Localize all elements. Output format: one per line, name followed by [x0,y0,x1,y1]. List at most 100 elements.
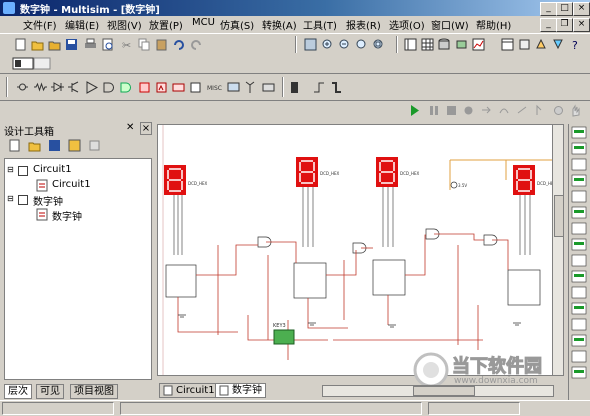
breakpoint-icon[interactable] [462,104,475,117]
database-icon[interactable] [438,38,451,51]
menu-window[interactable]: 窗口(W) [431,17,469,32]
counter-ic[interactable] [372,259,406,296]
paste-icon[interactable] [155,38,168,51]
counter-ic[interactable] [293,262,327,299]
seven-segment-display[interactable] [164,165,186,255]
menu-simulate[interactable]: 仿真(S) [220,17,254,32]
step-over-icon[interactable] [498,104,511,117]
collapse-toggle[interactable]: ⊟ [7,194,14,203]
toolbox-icon[interactable] [404,38,417,51]
menu-mcu[interactable]: MCU [192,17,215,28]
power-source[interactable] [450,181,458,189]
menu-place[interactable]: 放置(P) [149,17,183,32]
logic-analyzer-icon[interactable] [571,254,587,267]
schematic-canvas[interactable]: KEY3 3.5V DCD_HEX DCD_HEX DCD_HEX DCD_HE… [157,124,564,376]
print-preview-icon[interactable] [101,38,114,51]
tree-node-circuit1[interactable]: Circuit1 [33,164,72,175]
zoom-out-icon[interactable] [338,38,351,51]
scrollbar-thumb[interactable] [554,195,563,237]
menu-reports[interactable]: 报表(R) [346,17,381,32]
circuit1-checkbox[interactable] [18,166,28,176]
hierarchical-block-icon[interactable] [312,81,325,94]
doc-restore-button[interactable]: ❐ [556,18,573,32]
tab-digital-clock[interactable]: 数字钟 [215,383,266,398]
tab-project-view[interactable]: 项目视图 [70,384,118,399]
step-out-icon[interactable] [516,104,529,117]
new-design-icon[interactable] [8,139,21,152]
close-panel-icon[interactable]: × [140,122,152,135]
show-grid-toggle-icon[interactable] [12,57,52,70]
wattmeter-icon[interactable] [571,158,587,171]
run-simulation-icon[interactable] [408,104,421,117]
rename-icon[interactable] [88,139,101,152]
run-to-cursor-icon[interactable] [535,104,548,117]
tab-visibility[interactable]: 可见 [36,384,64,399]
new-icon[interactable] [14,38,27,51]
save-icon[interactable] [65,38,78,51]
zoom-area-icon[interactable] [355,38,368,51]
misc-digital-icon[interactable] [138,81,151,94]
save-design-icon[interactable] [48,139,61,152]
electromechanical-icon[interactable] [262,81,275,94]
analog-icon[interactable] [85,81,98,94]
counter-ic[interactable] [507,269,541,306]
redo-icon[interactable] [190,38,203,51]
seven-segment-display[interactable] [513,165,535,255]
rf-icon[interactable] [244,81,257,94]
bus-icon[interactable] [330,81,343,94]
misc-icon[interactable]: MISC [207,81,225,94]
zoom-in-icon[interactable] [321,38,334,51]
seven-segment-display[interactable] [376,157,398,247]
menu-help[interactable]: 帮助(H) [476,17,511,32]
pause-simulation-icon[interactable] [427,104,440,117]
maximize-button[interactable]: □ [556,2,573,16]
doc-minimize-button[interactable]: _ [540,18,557,32]
cut-icon[interactable]: ✂ [121,38,134,51]
postprocessor-icon[interactable] [501,38,514,51]
collapse-toggle[interactable]: ⊟ [7,165,14,174]
print-icon[interactable] [84,38,97,51]
open-sample-icon[interactable] [48,38,61,51]
key-switch[interactable] [273,329,295,345]
undo-icon[interactable] [172,38,185,51]
back-annotate-icon[interactable] [535,38,548,51]
component-wizard-icon[interactable] [455,38,468,51]
help-icon[interactable]: ? [570,38,583,51]
frequency-counter-icon[interactable] [571,222,587,235]
basic-resistor-icon[interactable] [34,81,47,94]
mcu-icon[interactable] [288,81,301,94]
menu-edit[interactable]: 编辑(E) [65,17,99,32]
agilent-generator-icon[interactable] [571,350,587,363]
ttl-icon[interactable] [102,81,115,94]
power-component-icon[interactable] [189,81,202,94]
open-design-icon[interactable] [28,139,41,152]
counter-ic[interactable] [165,264,197,298]
menu-transfer[interactable]: 转换(A) [262,17,297,32]
tree-node-digital-clock-sheet[interactable]: 数字钟 [52,208,82,223]
tree-node-circuit1-sheet[interactable]: Circuit1 [52,179,91,190]
stop-simulation-icon[interactable] [445,104,458,117]
diode-icon[interactable] [51,81,64,94]
toggle-breakpoint-icon[interactable] [552,104,565,117]
menu-options[interactable]: 选项(O) [389,17,425,32]
copy-icon[interactable] [138,38,151,51]
grapher-icon[interactable] [472,38,485,51]
minimize-button[interactable]: _ [540,2,557,16]
close-button[interactable]: × [573,2,590,16]
open-icon[interactable] [31,38,44,51]
horizontal-scrollbar[interactable] [322,385,554,397]
vertical-scrollbar[interactable] [552,125,563,375]
tree-node-digital-clock[interactable]: 数字钟 [33,193,63,208]
horizontal-scrollbar-thumb[interactable] [413,386,475,396]
step-icon[interactable] [480,104,493,117]
doc-close-button[interactable]: × [573,18,590,32]
transistor-icon[interactable] [67,81,80,94]
indicator-icon[interactable] [172,81,185,94]
zoom-fit-icon[interactable] [372,38,385,51]
clock-checkbox[interactable] [18,195,28,205]
spectrum-analyzer-icon[interactable] [571,318,587,331]
four-channel-scope-icon[interactable] [571,190,587,203]
mixed-icon[interactable] [155,81,168,94]
menu-tools[interactable]: 工具(T) [303,17,337,32]
erc-icon[interactable] [518,38,531,51]
